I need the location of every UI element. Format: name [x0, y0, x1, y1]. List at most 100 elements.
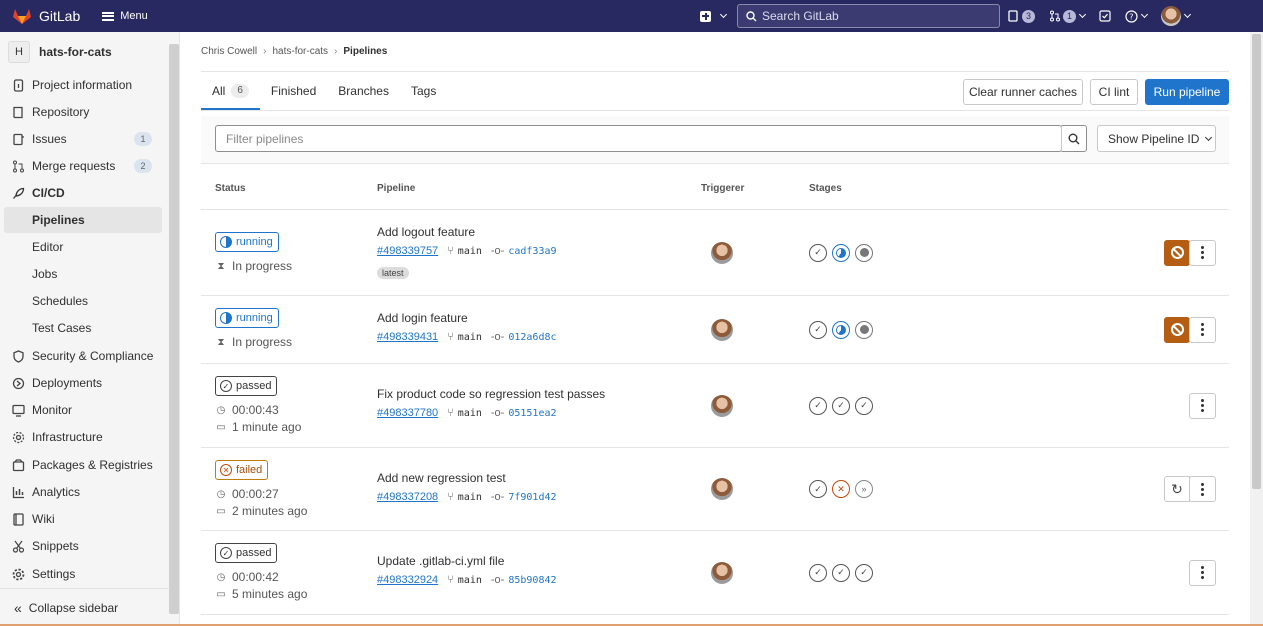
collapse-sidebar-button[interactable]: « Collapse sidebar	[0, 588, 170, 626]
stage-created-icon[interactable]	[855, 320, 873, 339]
cancel-pipeline-button[interactable]	[1164, 316, 1190, 343]
cancel-pipeline-button[interactable]	[1164, 239, 1190, 266]
user-menu[interactable]	[1161, 6, 1192, 26]
stage-passed-icon[interactable]: ✓	[809, 480, 827, 498]
pipeline-title[interactable]: Update .gitlab-ci.yml file	[377, 554, 504, 568]
sidebar-item-security[interactable]: Security & Compliance	[4, 343, 162, 369]
stage-passed-icon[interactable]: ✓	[855, 396, 873, 415]
sidebar-item-issues[interactable]: Issues 1	[4, 126, 162, 152]
branch-name[interactable]: main	[458, 332, 482, 343]
pipeline-id-link[interactable]: #498339757	[377, 245, 438, 257]
stage-created-icon[interactable]	[855, 243, 873, 262]
sidebar-item-cicd[interactable]: CI/CD	[4, 180, 162, 206]
branch-icon: ⑂	[447, 491, 454, 503]
stage-skipped-icon[interactable]: »	[855, 480, 873, 498]
breadcrumb-project[interactable]: hats-for-cats	[272, 46, 328, 57]
commit-sha-link[interactable]: 85b90842	[508, 575, 556, 586]
commit-sha-link[interactable]: 7f901d42	[508, 492, 556, 503]
triggerer-avatar[interactable]	[711, 318, 733, 341]
triggerer-avatar[interactable]	[711, 241, 733, 264]
sidebar-item-infrastructure[interactable]: Infrastructure	[4, 424, 162, 450]
sidebar-item-project-information[interactable]: Project information	[4, 72, 162, 98]
more-actions-button[interactable]	[1189, 559, 1216, 586]
show-pipeline-id-dropdown[interactable]: Show Pipeline ID	[1097, 125, 1216, 152]
stage-failed-icon[interactable]: ✕	[832, 480, 850, 498]
run-pipeline-button[interactable]: Run pipeline	[1145, 79, 1229, 105]
sidebar-item-analytics[interactable]: Analytics	[4, 479, 162, 505]
stage-passed-icon[interactable]: ✓	[832, 563, 850, 582]
stage-running-icon[interactable]	[832, 320, 850, 339]
clear-runner-caches-button[interactable]: Clear runner caches	[963, 79, 1083, 105]
sidebar-item-wiki[interactable]: Wiki	[4, 506, 162, 532]
ci-lint-button[interactable]: CI lint	[1090, 79, 1138, 105]
filter-pipelines-input[interactable]: Filter pipelines	[215, 125, 1062, 152]
scrollbar-thumb[interactable]	[1252, 34, 1261, 489]
sidebar-item-packages[interactable]: Packages & Registries	[4, 452, 162, 478]
page-scrollbar[interactable]	[1250, 32, 1263, 626]
pipeline-id-link[interactable]: #498332924	[377, 574, 438, 586]
sidebar-scrollbar[interactable]	[169, 44, 179, 614]
triggerer-avatar[interactable]	[711, 561, 733, 584]
status-badge[interactable]: running	[215, 308, 279, 328]
stage-passed-icon[interactable]: ✓	[809, 563, 827, 582]
merge-requests-nav-button[interactable]: 1	[1049, 9, 1087, 23]
more-actions-button[interactable]	[1189, 239, 1216, 266]
sidebar-item-schedules[interactable]: Schedules	[4, 288, 162, 314]
sidebar-item-snippets[interactable]: Snippets	[4, 533, 162, 559]
pipeline-id-link[interactable]: #498339431	[377, 331, 438, 343]
help-button[interactable]: ?	[1125, 9, 1149, 23]
triggerer-avatar[interactable]	[711, 478, 733, 500]
todos-button[interactable]	[1099, 10, 1111, 22]
pipeline-id-link[interactable]: #498337208	[377, 491, 438, 503]
stage-passed-icon[interactable]: ✓	[832, 396, 850, 415]
pipeline-title[interactable]: Add logout feature	[377, 225, 475, 239]
sidebar-item-repository[interactable]: Repository	[4, 99, 162, 125]
commit-sha-link[interactable]: 05151ea2	[508, 408, 556, 419]
pipeline-title[interactable]: Fix product code so regression test pass…	[377, 387, 605, 401]
pipeline-id-link[interactable]: #498337780	[377, 407, 438, 419]
sidebar-item-test-cases[interactable]: Test Cases	[4, 315, 162, 341]
breadcrumb-current[interactable]: Pipelines	[343, 46, 387, 57]
status-badge[interactable]: ✓ passed	[215, 543, 278, 563]
branch-name[interactable]: main	[458, 575, 482, 586]
tab-branches[interactable]: Branches	[327, 72, 400, 110]
tab-tags[interactable]: Tags	[400, 72, 447, 110]
sidebar-item-pipelines[interactable]: Pipelines	[4, 207, 162, 233]
breadcrumb-owner[interactable]: Chris Cowell	[201, 46, 257, 57]
triggerer-avatar[interactable]	[711, 394, 733, 417]
filter-search-button[interactable]	[1061, 125, 1087, 152]
stage-passed-icon[interactable]: ✓	[855, 563, 873, 582]
sidebar-item-monitor[interactable]: Monitor	[4, 397, 162, 423]
stage-passed-icon[interactable]: ✓	[809, 243, 827, 262]
pipeline-title[interactable]: Add new regression test	[377, 471, 506, 485]
sidebar-item-merge-requests[interactable]: Merge requests 2	[4, 153, 162, 179]
status-badge[interactable]: ✕ failed	[215, 460, 269, 480]
retry-pipeline-button[interactable]: ↻	[1164, 476, 1190, 502]
branch-name[interactable]: main	[458, 492, 482, 503]
more-actions-button[interactable]	[1189, 392, 1216, 419]
sidebar-item-settings[interactable]: Settings	[4, 561, 162, 587]
search-input[interactable]: Search GitLab	[737, 4, 1000, 28]
pipeline-title[interactable]: Add login feature	[377, 311, 468, 325]
status-badge[interactable]: running	[215, 232, 279, 252]
sidebar-item-editor[interactable]: Editor	[4, 234, 162, 260]
sidebar-item-jobs[interactable]: Jobs	[4, 261, 162, 287]
gitlab-logo[interactable]: GitLab	[12, 6, 80, 26]
stage-passed-icon[interactable]: ✓	[809, 320, 827, 339]
branch-name[interactable]: main	[458, 408, 482, 419]
new-dropdown[interactable]	[700, 0, 728, 32]
tab-all[interactable]: All 6	[201, 72, 260, 110]
sidebar-item-deployments[interactable]: Deployments	[4, 370, 162, 396]
branch-name[interactable]: main	[458, 246, 482, 257]
project-header[interactable]: H hats-for-cats	[0, 32, 179, 72]
issues-nav-button[interactable]: 3	[1008, 9, 1036, 23]
commit-sha-link[interactable]: 012a6d8c	[508, 332, 556, 343]
stage-passed-icon[interactable]: ✓	[809, 396, 827, 415]
more-actions-button[interactable]	[1189, 476, 1216, 502]
more-actions-button[interactable]	[1189, 316, 1216, 343]
commit-sha-link[interactable]: cadf33a9	[508, 246, 556, 257]
status-badge[interactable]: ✓ passed	[215, 376, 278, 396]
tab-finished[interactable]: Finished	[260, 72, 327, 110]
stage-running-icon[interactable]	[832, 243, 850, 262]
menu-button[interactable]: Menu	[102, 10, 148, 22]
